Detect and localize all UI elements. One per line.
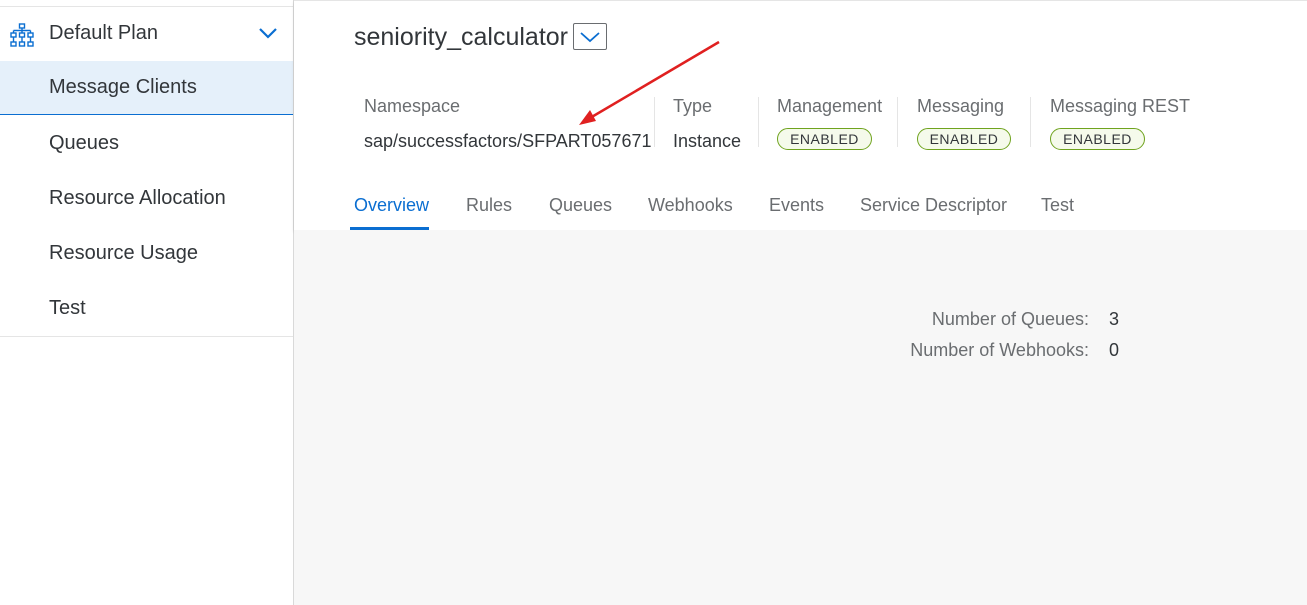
tab-events[interactable]: Events [769,195,824,216]
sidebar-item-test[interactable]: Test [0,282,293,336]
chevron-down-icon[interactable] [258,26,278,40]
sidebar-item-message-clients[interactable]: Message Clients [0,61,293,115]
sidebar-item-label: Test [49,297,86,319]
network-icon [10,23,34,47]
tab-service-descriptor[interactable]: Service Descriptor [860,195,1007,216]
tab-overview[interactable]: Overview [354,195,429,216]
tab-queues[interactable]: Queues [549,195,612,216]
object-header: seniority_calculator Namespace sap/succe… [294,0,1307,230]
messaging-rest-status-badge: ENABLED [1050,128,1145,150]
divider [1030,97,1031,147]
tab-test[interactable]: Test [1041,195,1074,216]
namespace-value: sap/successfactors/SFPART057671 [364,131,652,151]
page-title: seniority_calculator [354,23,568,51]
type-label: Type [673,96,713,116]
divider [654,97,655,147]
tab-rules[interactable]: Rules [466,195,512,216]
management-label: Management [777,96,883,116]
queues-count-value: 3 [1109,309,1120,329]
divider [0,336,293,337]
tab-webhooks[interactable]: Webhooks [648,195,733,216]
sidebar-item-resource-usage[interactable]: Resource Usage [0,227,293,281]
chevron-down-icon [580,31,600,42]
overview-panel: Number of Queues: 3 Number of Webhooks: … [294,230,1307,605]
messaging-label: Messaging [917,96,1005,116]
messaging-status-badge: ENABLED [917,128,1011,150]
management-status-badge: ENABLED [777,128,872,150]
webhooks-count-value: 0 [1109,340,1120,360]
type-value: Instance [673,131,742,151]
sidebar-item-label: Queues [49,132,120,154]
plan-label: Default Plan [49,22,158,44]
webhooks-count-label: Number of Webhooks: [910,340,1089,360]
namespace-label: Namespace [364,96,461,116]
divider [897,97,898,147]
plan-selector[interactable]: Default Plan [0,7,293,61]
sidebar-item-label: Resource Allocation [49,187,226,209]
sidebar-item-label: Resource Usage [49,242,198,264]
title-dropdown-button[interactable] [573,23,607,50]
sidebar-item-label: Message Clients [49,76,197,98]
messaging-rest-label: Messaging REST [1050,96,1191,116]
sidebar-item-resource-allocation[interactable]: Resource Allocation [0,172,293,226]
queues-count-label: Number of Queues: [931,309,1089,329]
divider [758,97,759,147]
sidebar-item-queues[interactable]: Queues [0,117,293,171]
sidebar: Default Plan Message Clients Queues Reso… [0,0,294,605]
